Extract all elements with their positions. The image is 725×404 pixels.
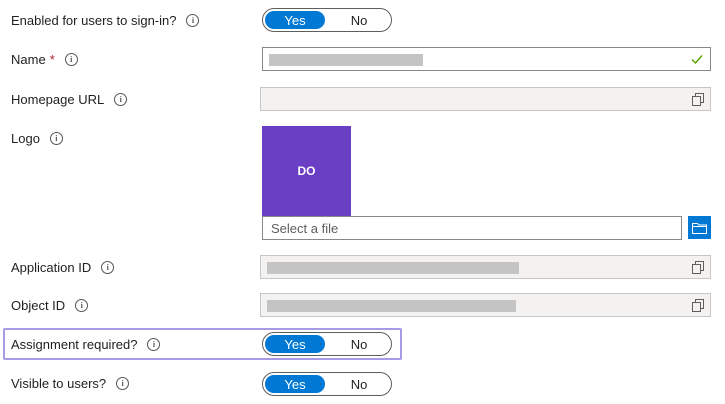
visible-label-row: Visible to users? i — [11, 373, 130, 393]
info-icon[interactable]: i — [101, 260, 115, 274]
checkmark-icon — [691, 55, 703, 65]
visible-no-option[interactable]: No — [329, 375, 389, 393]
enabled-label: Enabled for users to sign-in? — [11, 12, 177, 28]
object-id-label: Object ID — [11, 297, 66, 313]
info-icon[interactable]: i — [49, 131, 63, 145]
application-id-field — [260, 255, 711, 279]
info-icon[interactable]: i — [147, 337, 161, 351]
info-icon[interactable]: i — [64, 52, 78, 66]
logo-label-row: Logo i — [11, 128, 63, 148]
assignment-no-option[interactable]: No — [329, 335, 389, 353]
enabled-toggle[interactable]: Yes No — [262, 8, 392, 32]
assignment-toggle[interactable]: Yes No — [262, 332, 392, 356]
application-id-label-row: Application ID i — [11, 257, 115, 277]
homepage-label-row: Homepage URL i — [11, 89, 128, 109]
info-icon[interactable]: i — [114, 92, 128, 106]
info-icon[interactable]: i — [186, 13, 200, 27]
copy-icon[interactable] — [692, 261, 704, 274]
visible-label: Visible to users? — [11, 375, 107, 391]
visible-yes-option[interactable]: Yes — [265, 375, 325, 393]
enabled-label-row: Enabled for users to sign-in? i — [11, 10, 200, 30]
object-id-label-row: Object ID i — [11, 295, 89, 315]
enabled-yes-option[interactable]: Yes — [265, 11, 325, 29]
object-id-field — [260, 293, 711, 317]
assignment-label-row: Assignment required? i — [11, 334, 161, 354]
info-icon[interactable]: i — [75, 298, 89, 312]
info-icon[interactable]: i — [116, 376, 130, 390]
logo-label: Logo — [11, 130, 40, 146]
copy-icon[interactable] — [692, 93, 704, 106]
application-id-label: Application ID — [11, 259, 92, 275]
enabled-no-option[interactable]: No — [329, 11, 389, 29]
visible-toggle[interactable]: Yes No — [262, 372, 392, 396]
assignment-label: Assignment required? — [11, 336, 138, 352]
redacted-value — [267, 262, 519, 274]
browse-button[interactable] — [688, 216, 711, 239]
copy-icon[interactable] — [692, 299, 704, 312]
required-asterisk: * — [49, 51, 55, 67]
assignment-yes-option[interactable]: Yes — [265, 335, 325, 353]
name-input[interactable] — [262, 47, 711, 71]
homepage-field — [260, 87, 711, 111]
homepage-label: Homepage URL — [11, 91, 105, 107]
logo-file-input[interactable]: Select a file — [262, 216, 682, 240]
name-label: Name — [11, 51, 46, 67]
app-logo: DO — [262, 126, 351, 216]
redacted-value — [269, 54, 423, 66]
folder-icon — [692, 222, 707, 234]
redacted-value — [267, 300, 516, 312]
name-label-row: Name * i — [11, 49, 78, 69]
